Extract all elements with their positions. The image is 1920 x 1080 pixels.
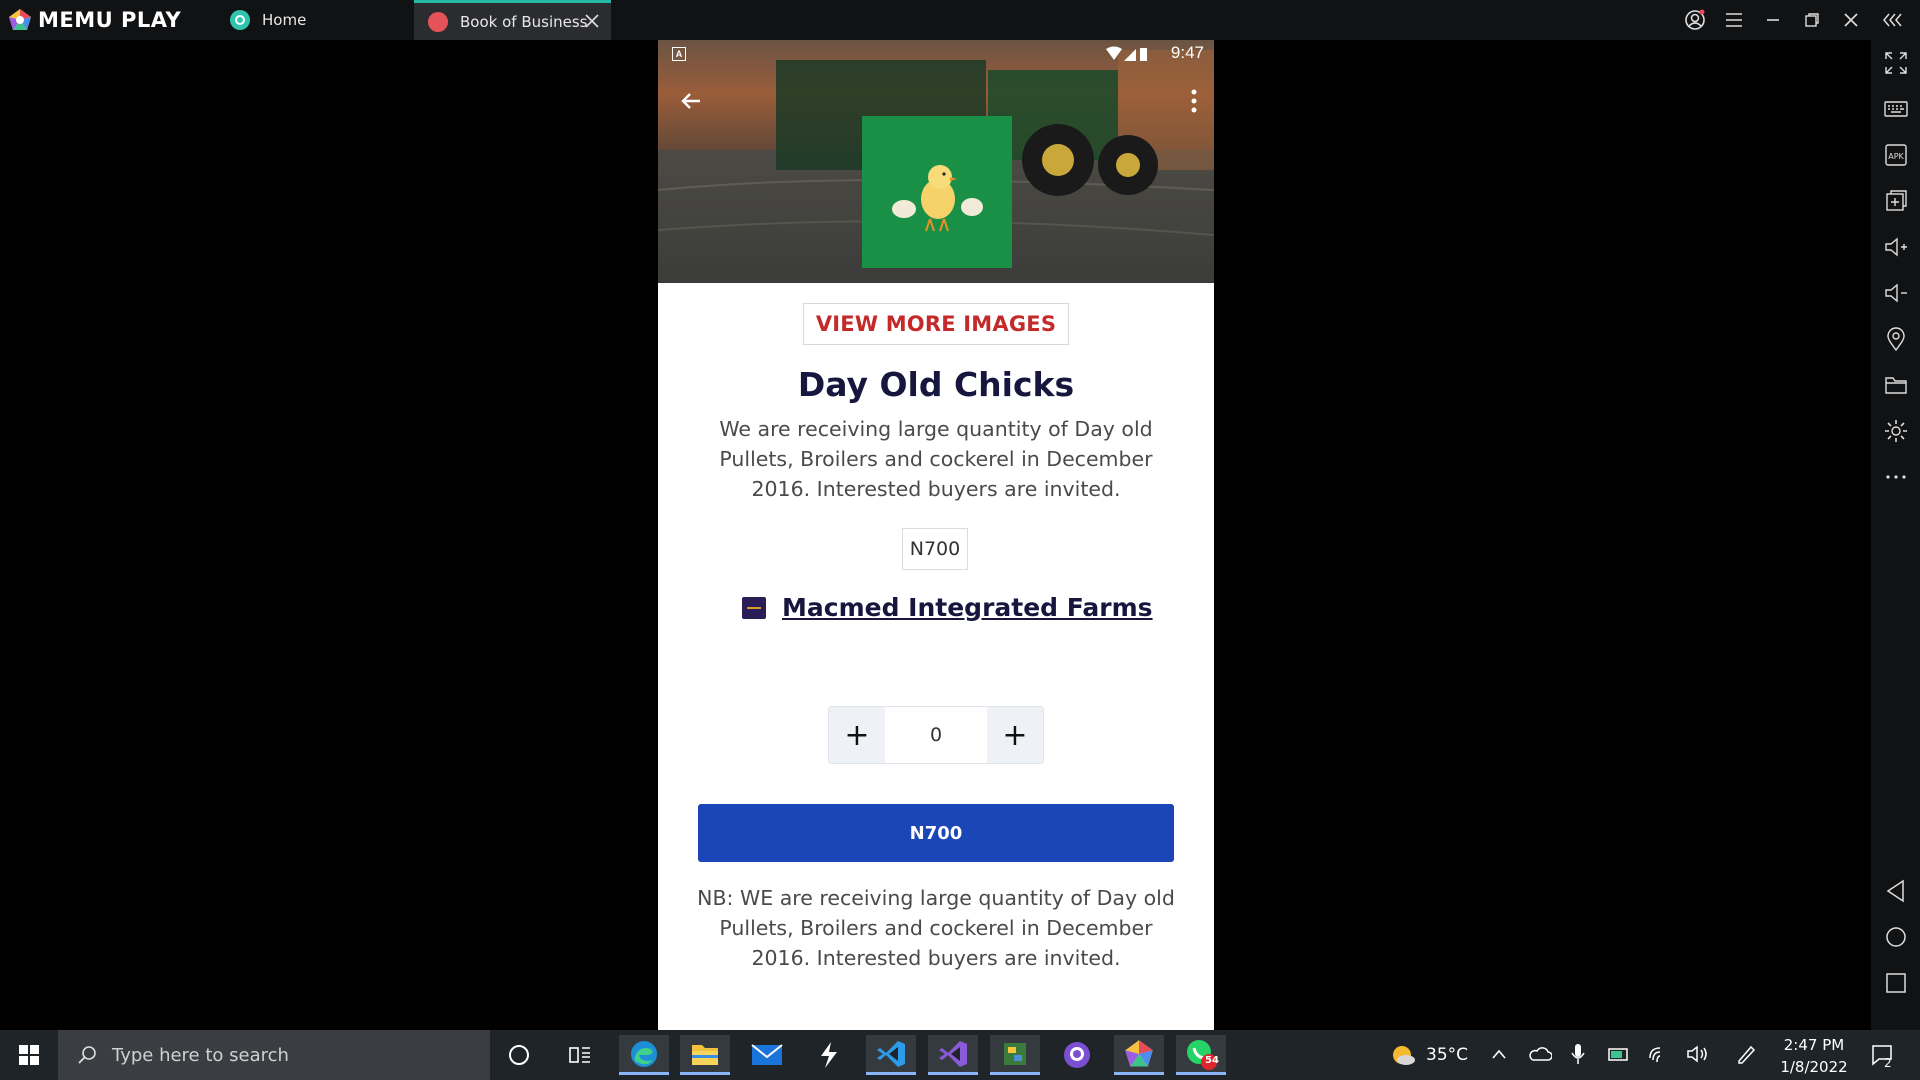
fullscreen-icon[interactable] [1883,50,1909,76]
whatsapp-badge: 54 [1205,1055,1219,1066]
back-arrow-icon[interactable] [676,86,706,116]
hero-banner: A 9:47 [658,40,1214,283]
github-desktop-icon[interactable] [1052,1035,1102,1075]
status-time: 9:47 [1170,43,1204,62]
volume-up-icon[interactable] [1883,234,1909,260]
battery-icon[interactable] [1607,1044,1631,1064]
minimize-icon[interactable] [1761,8,1785,32]
price-badge: N700 [902,528,968,570]
seller-logo [742,596,766,619]
notification-icon[interactable] [1870,1042,1896,1068]
onedrive-icon[interactable] [1528,1044,1552,1064]
clock-time: 2:47 PM [1783,1036,1845,1054]
add-window-icon[interactable] [1883,188,1909,214]
chick-icon [892,165,983,232]
app-name: MEMU PLAY [38,8,182,32]
overflow-menu-icon[interactable] [1190,88,1198,114]
weather-temp[interactable]: 35°C [1426,1045,1468,1065]
phone-screen: A 9:47 VIEW MORE IMAGES Day Old Chicks W… [658,40,1214,1030]
product-description: We are receiving large quantity of Day o… [719,417,1153,501]
buy-button[interactable]: N700 [698,804,1174,862]
wifi-icon[interactable] [1648,1044,1670,1064]
python-icon[interactable] [990,1035,1040,1075]
signal-icons [1106,46,1147,61]
vscode-icon[interactable] [866,1035,916,1075]
android-recents-icon[interactable] [1883,970,1909,996]
speaker-icon[interactable] [1686,1044,1710,1064]
windows-icon [19,1045,39,1065]
quantity-value[interactable]: 0 [885,707,987,763]
account-icon[interactable] [1683,8,1707,32]
location-icon[interactable] [1883,326,1909,352]
emulator-titlebar: MEMU PLAY Home Book of Business [0,0,1920,40]
visual-studio-icon[interactable] [804,1035,854,1075]
taskbar-search[interactable]: Type here to search [58,1030,490,1080]
clock-date: 1/8/2022 [1780,1058,1848,1076]
close-icon[interactable] [583,12,601,30]
seller-link[interactable]: Macmed Integrated Farms [742,593,1153,622]
tab-book-label: Book of Business [460,12,588,31]
decrement-button[interactable]: + [829,707,885,763]
restore-icon[interactable] [1800,8,1824,32]
notification-count: 2 [1884,1056,1892,1070]
memu-logo-icon [9,9,31,30]
android-status-bar: A 9:47 [658,40,1214,68]
task-view-icon[interactable] [555,1035,605,1075]
apk-icon[interactable]: APK [1883,142,1909,168]
close-window-icon[interactable] [1839,8,1863,32]
search-placeholder: Type here to search [112,1044,289,1066]
view-more-images-button[interactable]: VIEW MORE IMAGES [803,303,1069,345]
svg-text:APK: APK [1888,152,1904,161]
microphone-icon[interactable] [1570,1043,1586,1065]
seller-name[interactable]: Macmed Integrated Farms [782,593,1153,622]
pen-icon[interactable] [1735,1043,1757,1065]
menu-icon[interactable] [1722,8,1746,32]
status-indicator: A [672,47,686,61]
memu-logo: MEMU PLAY [8,8,181,32]
chevron-up-icon[interactable] [1490,1046,1508,1064]
file-explorer-icon[interactable] [680,1035,730,1075]
product-title: Day Old Chicks [797,365,1075,404]
more-icon[interactable] [1883,464,1909,490]
keyboard-icon[interactable] [1883,96,1909,122]
windows-taskbar: Type here to search 54 35°C 2:47 PM 1/8/… [0,1030,1920,1080]
product-note: NB: WE are receiving large quantity of D… [697,886,1175,970]
tab-book-of-business[interactable]: Book of Business [414,0,611,40]
memu-icon[interactable] [1114,1035,1164,1075]
emulator-sidebar: APK [1871,40,1920,1030]
settings-icon[interactable] [1883,418,1909,444]
product-image[interactable] [862,116,1012,268]
tab-home[interactable]: Home [228,0,408,40]
quantity-stepper: + 0 + [828,706,1044,764]
start-button[interactable] [0,1030,58,1080]
visual-studio-purple-icon[interactable] [928,1035,978,1075]
collapse-sidebar-icon[interactable] [1881,8,1905,32]
edge-icon[interactable] [619,1035,669,1075]
memu-home-icon [230,10,250,30]
folder-icon[interactable] [1883,372,1909,398]
android-home-icon[interactable] [1883,924,1909,950]
tab-home-label: Home [262,11,307,29]
taskbar-clock[interactable]: 2:47 PM 1/8/2022 [1764,1034,1864,1078]
mail-icon[interactable] [742,1035,792,1075]
book-of-business-icon [428,11,448,32]
cortana-icon[interactable] [494,1035,544,1075]
android-back-icon[interactable] [1883,878,1909,904]
volume-down-icon[interactable] [1883,280,1909,306]
weather-icon[interactable] [1390,1043,1416,1067]
search-icon [78,1046,96,1064]
whatsapp-icon[interactable]: 54 [1176,1035,1226,1075]
increment-button[interactable]: + [987,707,1043,763]
